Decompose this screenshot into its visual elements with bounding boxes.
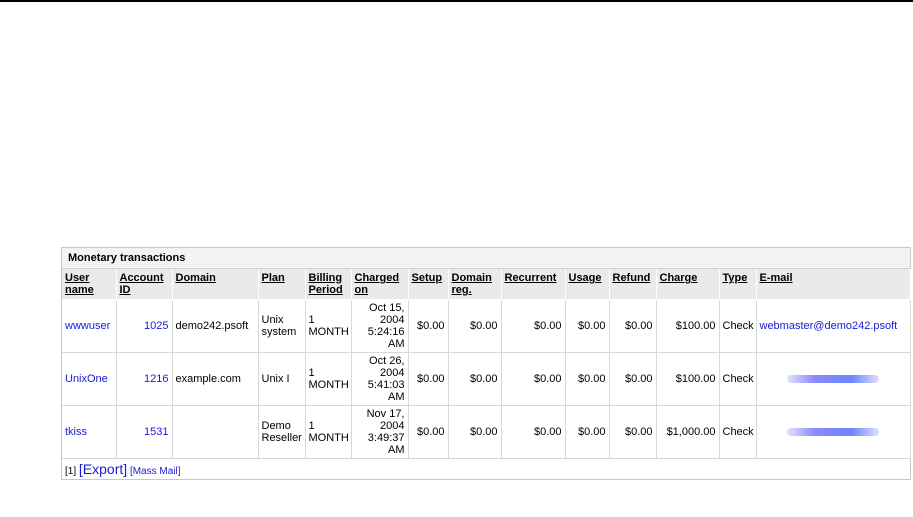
cell-plan: Demo Reseller — [258, 405, 306, 459]
cell-charged-on: Oct 15, 2004 5:24:16 AM — [351, 299, 409, 353]
cell-recurrent: $0.00 — [501, 405, 566, 459]
redacted-email-link[interactable] — [787, 375, 879, 384]
cell-recurrent: $0.00 — [501, 299, 566, 353]
cell-charged-on: Oct 26, 2004 5:41:03 AM — [351, 352, 409, 406]
cell-setup: $0.00 — [408, 405, 449, 459]
cell-setup: $0.00 — [408, 352, 449, 406]
cell-account-id[interactable]: 1216 — [116, 352, 173, 406]
col-header-domain-reg[interactable]: Domain reg. — [448, 269, 502, 300]
cell-charge: $1,000.00 — [656, 405, 720, 459]
col-header-email[interactable]: E-mail — [756, 269, 911, 300]
col-header-recurrent[interactable]: Recurrent — [501, 269, 566, 300]
cell-setup: $0.00 — [408, 299, 449, 353]
cell-domain: demo242.psoft — [172, 299, 259, 353]
mass-mail-link[interactable]: [Mass Mail] — [130, 466, 181, 477]
cell-refund: $0.00 — [609, 299, 657, 353]
account-link[interactable]: 1216 — [144, 373, 168, 385]
col-header-setup[interactable]: Setup — [408, 269, 449, 300]
col-header-domain[interactable]: Domain — [172, 269, 259, 300]
cell-plan: Unix system — [258, 299, 306, 353]
top-divider — [0, 0, 913, 2]
col-header-usage[interactable]: Usage — [565, 269, 610, 300]
page-indicator[interactable]: [1] — [65, 466, 76, 477]
col-header-charged-on[interactable]: Charged on — [351, 269, 409, 300]
export-link[interactable]: [Export] — [79, 461, 127, 477]
cell-charge: $100.00 — [656, 299, 720, 353]
account-link[interactable]: 1025 — [144, 320, 168, 332]
table-footer: [1] [Export] [Mass Mail] — [62, 459, 910, 479]
cell-domain-reg: $0.00 — [448, 352, 502, 406]
user-link[interactable]: tkiss — [65, 426, 87, 438]
monetary-transactions-panel: Monetary transactions User name Account … — [61, 247, 911, 480]
cell-email[interactable] — [756, 352, 911, 406]
user-link[interactable]: UnixOne — [65, 373, 108, 385]
cell-account-id[interactable]: 1531 — [116, 405, 173, 459]
cell-type: Check — [719, 405, 757, 459]
col-header-refund[interactable]: Refund — [609, 269, 657, 300]
cell-type: Check — [719, 352, 757, 406]
cell-email[interactable] — [756, 405, 911, 459]
col-header-charge[interactable]: Charge — [656, 269, 720, 300]
col-header-plan[interactable]: Plan — [258, 269, 306, 300]
cell-user-name[interactable]: tkiss — [62, 405, 117, 459]
user-link[interactable]: wwwuser — [65, 320, 110, 332]
table-row: wwwuser 1025 demo242.psoft Unix system 1… — [62, 299, 911, 353]
cell-billing-period: 1 MONTH — [305, 352, 352, 406]
table-row: UnixOne 1216 example.com Unix I 1 MONTH … — [62, 352, 911, 406]
col-header-type[interactable]: Type — [719, 269, 757, 300]
cell-domain-reg: $0.00 — [448, 405, 502, 459]
cell-usage: $0.00 — [565, 405, 610, 459]
col-header-user-name[interactable]: User name — [62, 269, 117, 300]
email-link[interactable]: webmaster@demo242.psoft — [760, 320, 898, 332]
panel-title: Monetary transactions — [62, 248, 910, 269]
cell-type: Check — [719, 299, 757, 353]
cell-user-name[interactable]: wwwuser — [62, 299, 117, 353]
table-header-row: User name Account ID Domain Plan Billing… — [62, 269, 911, 300]
cell-recurrent: $0.00 — [501, 352, 566, 406]
cell-email[interactable]: webmaster@demo242.psoft — [756, 299, 911, 353]
cell-charged-on: Nov 17, 2004 3:49:37 AM — [351, 405, 409, 459]
account-link[interactable]: 1531 — [144, 426, 168, 438]
redacted-email-link[interactable] — [787, 428, 879, 437]
cell-domain — [172, 405, 259, 459]
cell-usage: $0.00 — [565, 299, 610, 353]
table-row: tkiss 1531 Demo Reseller 1 MONTH Nov 17,… — [62, 405, 911, 459]
cell-domain: example.com — [172, 352, 259, 406]
cell-usage: $0.00 — [565, 352, 610, 406]
cell-plan: Unix I — [258, 352, 306, 406]
cell-domain-reg: $0.00 — [448, 299, 502, 353]
transactions-table: User name Account ID Domain Plan Billing… — [62, 269, 911, 459]
cell-billing-period: 1 MONTH — [305, 299, 352, 353]
cell-refund: $0.00 — [609, 352, 657, 406]
cell-refund: $0.00 — [609, 405, 657, 459]
cell-account-id[interactable]: 1025 — [116, 299, 173, 353]
cell-user-name[interactable]: UnixOne — [62, 352, 117, 406]
col-header-billing-period[interactable]: Billing Period — [305, 269, 352, 300]
col-header-account-id[interactable]: Account ID — [116, 269, 173, 300]
cell-billing-period: 1 MONTH — [305, 405, 352, 459]
cell-charge: $100.00 — [656, 352, 720, 406]
